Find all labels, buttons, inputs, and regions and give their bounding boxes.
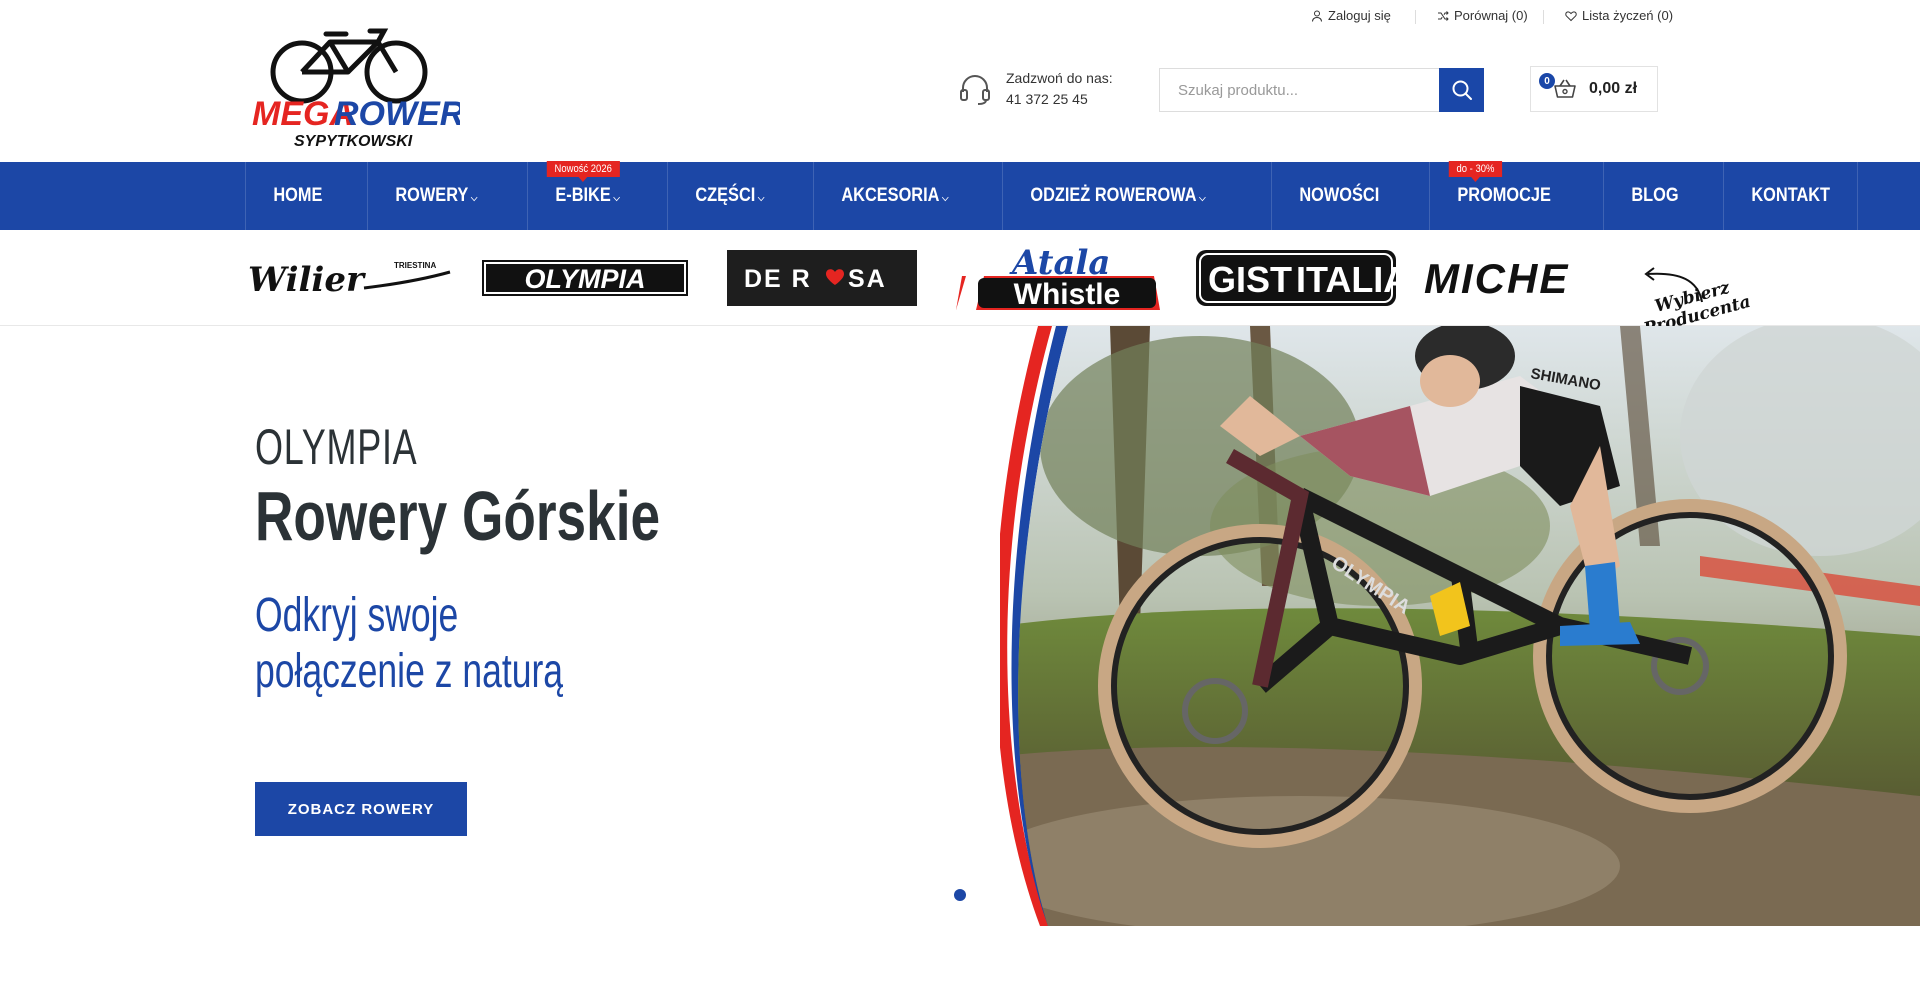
logo-rower-text: ROWER (334, 95, 460, 133)
login-label: Zaloguj się (1328, 8, 1391, 23)
hero-photo-mtb-rider: OLYMPIA SHIMANO (1000, 326, 1920, 926)
brand-atala-whistle-logo[interactable]: Atala Whistle (954, 242, 1168, 312)
nav-item-label: ODZIEŻ ROWEROWA (1030, 185, 1197, 206)
brand-wilier-logo[interactable]: Wilier TRIESTINA (244, 258, 456, 298)
logo-sub-text: SYPYTKOWSKI (294, 133, 413, 150)
search-input[interactable] (1159, 68, 1439, 112)
brand-whistle-text: Whistle (1014, 278, 1121, 311)
nav-item-label: KONTAKT (1750, 185, 1830, 206)
nav-item-label: HOME (273, 185, 323, 206)
login-link[interactable]: Zaloguj się (1311, 8, 1391, 23)
chevron-down-icon: ⌵ (758, 192, 765, 204)
nav-badge: do - 30% (1448, 161, 1503, 182)
main-nav-list: HOME ROWERY ⌵ E-BIKE ⌵ Nowość 2026 CZĘŚCI ⌵ AKCE… (245, 161, 1880, 230)
brand-gist-italia-logo[interactable]: GIST ITALIA (1196, 250, 1396, 306)
headset-icon (960, 75, 990, 105)
brand-wilier-text: Wilier (248, 260, 366, 298)
hero-subtitle: Odkryj swoje połączenie z naturą (255, 589, 564, 698)
nav-item-label: ROWERY (395, 185, 469, 206)
site-logo[interactable]: MEGA ROWER SYPYTKOWSKI (250, 28, 465, 152)
nav-item-blog[interactable]: BLOG (1602, 162, 1706, 230)
nav-item-label: AKCESORIA (841, 185, 940, 206)
nav-item-części[interactable]: CZĘŚCI ⌵ (667, 162, 792, 230)
nav-item-nowości[interactable]: NOWOŚCI (1271, 162, 1407, 230)
nav-item-label: CZĘŚCI (695, 185, 756, 206)
basket-icon (1554, 79, 1576, 98)
nav-item-label: PROMOCJE (1457, 185, 1551, 206)
brand-miche-logo[interactable]: MICHE (1422, 258, 1642, 298)
wishlist-link[interactable]: Lista życzeń (0) (1565, 8, 1673, 23)
nav-item-odzież-rowerowa[interactable]: ODZIEŻ ROWEROWA ⌵ (1002, 162, 1233, 230)
brand-wilier-sub: TRIESTINA (394, 261, 436, 270)
heart-icon (1565, 10, 1577, 21)
chevron-down-icon: ⌵ (941, 192, 949, 204)
brand-derosa-text-b: SA (848, 265, 887, 293)
brand-strip: Wilier TRIESTINA OLYMPIA DE R SA Atala W… (0, 230, 1920, 326)
nav-item-rowery[interactable]: ROWERY ⌵ (367, 162, 505, 230)
brand-derosa-logo[interactable]: DE R SA (727, 250, 917, 306)
user-icon (1312, 10, 1322, 22)
nav-item-label: E-BIKE (555, 185, 612, 206)
chevron-down-icon: ⌵ (470, 192, 478, 204)
bicycle-logo-icon: MEGA ROWER SYPYTKOWSKI (252, 28, 465, 150)
nav-item-akcesoria[interactable]: AKCESORIA ⌵ (812, 162, 976, 230)
brand-derosa-text-a: DE R (744, 265, 812, 293)
search-button[interactable] (1439, 68, 1484, 112)
nav-item-home[interactable]: HOME (245, 162, 350, 230)
nav-item-kontakt[interactable]: KONTAKT (1722, 162, 1858, 230)
topbar-divider (1543, 10, 1544, 24)
search-bar (1159, 68, 1484, 112)
nav-badge: Nowość 2026 (547, 161, 620, 182)
phone-contact[interactable]: Zadzwoń do nas: 41 372 25 45 (958, 68, 1113, 110)
wishlist-label: Lista życzeń (0) (1582, 8, 1674, 23)
cart-button[interactable]: 0 0,00 zł (1530, 66, 1658, 112)
topbar-divider (1415, 10, 1416, 24)
phone-label: Zadzwoń do nas: (1006, 70, 1113, 86)
cart-total: 0,00 zł (1589, 80, 1638, 97)
main-nav: HOME ROWERY ⌵ E-BIKE ⌵ Nowość 2026 CZĘŚCI ⌵ AKCE… (0, 161, 1920, 230)
hero-title: Rowery Górskie (255, 477, 661, 555)
chevron-down-icon: ⌵ (613, 192, 621, 204)
nav-item-label: NOWOŚCI (1299, 185, 1380, 206)
nav-item-promocje[interactable]: PROMOCJE do - 30% (1428, 161, 1578, 230)
chevron-down-icon: ⌵ (1199, 192, 1206, 204)
phone-number[interactable]: 41 372 25 45 (1006, 89, 1113, 110)
search-icon (1452, 80, 1472, 100)
brand-atala-text: Atala (1009, 243, 1110, 283)
hero-slider: OLYMPIA Rowery Górskie Odkryj swoje połą… (0, 326, 1920, 926)
shuffle-icon (1438, 10, 1449, 21)
slider-dot-active[interactable] (954, 889, 966, 901)
brand-italia-text: ITALIA (1296, 259, 1396, 300)
cart-count-badge: 0 (1539, 73, 1555, 89)
see-bikes-button[interactable]: ZOBACZ ROWERY (255, 782, 467, 836)
compare-link[interactable]: Porównaj (0) (1437, 8, 1528, 23)
brand-miche-text: MICHE (1424, 258, 1569, 298)
hero-eyebrow: OLYMPIA (255, 419, 418, 475)
brand-olympia-text: OLYMPIA (525, 264, 646, 294)
brand-gist-text: GIST (1208, 259, 1292, 300)
brand-olympia-logo[interactable]: OLYMPIA (482, 260, 688, 296)
compare-label: Porównaj (0) (1454, 8, 1528, 23)
nav-item-e-bike[interactable]: E-BIKE ⌵ Nowość 2026 (527, 161, 647, 230)
nav-item-label: BLOG (1631, 185, 1679, 206)
phone-text: Zadzwoń do nas: 41 372 25 45 (1006, 68, 1113, 110)
